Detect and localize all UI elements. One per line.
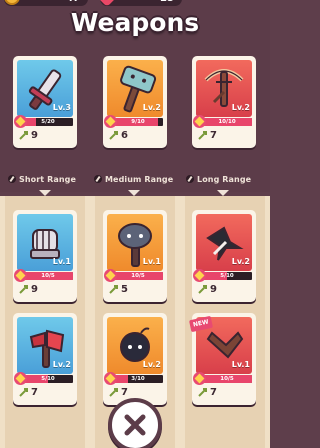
power-value: 7 xyxy=(210,130,217,141)
weapon-card-axe[interactable]: Lv.2 5/10 7 xyxy=(13,313,77,405)
progress-text: 5/10 xyxy=(220,273,234,279)
weapon-card-mace[interactable]: Lv.1 10/5 5 xyxy=(103,210,167,302)
rarity-icon xyxy=(193,115,206,128)
close-button[interactable] xyxy=(108,398,162,448)
rarity-icon xyxy=(14,372,27,385)
power-value: 9 xyxy=(31,130,38,141)
level-label: Lv.1 xyxy=(142,257,161,266)
dagger-icon xyxy=(186,175,194,183)
dagger-icon xyxy=(8,175,16,183)
level-label: Lv.2 xyxy=(52,360,71,369)
progress-text: 9/10 xyxy=(131,119,145,125)
power-icon xyxy=(109,388,118,397)
level-label: Lv.3 xyxy=(52,103,71,112)
rarity-icon xyxy=(14,115,27,128)
progress-bar: 5/10 xyxy=(202,272,252,280)
weapon-card-shuriken[interactable]: Lv.2 5/10 9 xyxy=(192,210,256,302)
rarity-icon xyxy=(104,115,117,128)
progress-bar: 10/5 xyxy=(202,375,252,383)
progress-bar: 10/10 xyxy=(202,118,252,126)
progress-bar: 5/20 xyxy=(23,118,73,126)
coin-icon xyxy=(4,0,20,5)
page-title: Weapons xyxy=(70,8,200,37)
rarity-icon xyxy=(104,269,117,282)
power-icon xyxy=(198,131,207,140)
power-value: 7 xyxy=(210,387,217,398)
power-value: 7 xyxy=(31,387,38,398)
tab-label: Long Range xyxy=(197,175,252,184)
progress-text: 5/20 xyxy=(41,119,55,125)
power-icon xyxy=(198,285,207,294)
progress-text: 10/5 xyxy=(131,273,145,279)
progress-bar: 10/5 xyxy=(23,272,73,280)
equipped-card-crossbow[interactable]: Lv.2 10/10 7 xyxy=(192,56,256,148)
category-bar: Short Range Medium Range Long Range xyxy=(0,170,270,192)
progress-bar: 10/5 xyxy=(113,272,163,280)
tab-long-range[interactable]: Long Range xyxy=(186,175,251,184)
power-icon xyxy=(19,285,28,294)
rarity-icon xyxy=(104,372,117,385)
power-icon xyxy=(19,388,28,397)
power-icon xyxy=(198,388,207,397)
rarity-icon xyxy=(14,269,27,282)
level-label: Lv.1 xyxy=(52,257,71,266)
level-label: Lv.2 xyxy=(142,103,161,112)
gem-value: 25 xyxy=(160,0,174,4)
progress-text: 10/5 xyxy=(220,376,234,382)
tab-medium-range[interactable]: Medium Range xyxy=(94,175,173,184)
progress-bar: 3/10 xyxy=(113,375,163,383)
power-value: 6 xyxy=(121,130,128,141)
progress-bar: 5/10 xyxy=(23,375,73,383)
progress-text: 10/10 xyxy=(218,119,236,125)
power-icon xyxy=(109,131,118,140)
progress-text: 10/5 xyxy=(41,273,55,279)
progress-bar: 9/10 xyxy=(113,118,163,126)
level-label: Lv.2 xyxy=(231,103,250,112)
equipped-card-hammer[interactable]: Lv.2 9/10 6 xyxy=(103,56,167,148)
coin-value: 47 xyxy=(66,0,80,4)
power-icon xyxy=(19,131,28,140)
power-value: 5 xyxy=(121,284,128,295)
power-value: 7 xyxy=(121,387,128,398)
level-label: Lv.1 xyxy=(231,360,250,369)
equipped-card-sword[interactable]: Lv.3 5/20 9 xyxy=(13,56,77,148)
power-icon xyxy=(109,285,118,294)
level-label: Lv.2 xyxy=(142,360,161,369)
gem-counter: 25 xyxy=(97,0,182,7)
progress-text: 3/10 xyxy=(131,376,145,382)
progress-text: 5/10 xyxy=(41,376,55,382)
tab-short-range[interactable]: Short Range xyxy=(8,175,76,184)
coin-counter: 47 xyxy=(4,0,88,6)
close-icon xyxy=(124,414,146,436)
power-value: 9 xyxy=(31,284,38,295)
weapon-card-bomb[interactable]: Lv.2 3/10 7 xyxy=(103,313,167,405)
level-label: Lv.2 xyxy=(231,257,250,266)
rarity-icon xyxy=(193,372,206,385)
weapon-card-gauntlet[interactable]: Lv.1 10/5 9 xyxy=(13,210,77,302)
dagger-icon xyxy=(94,175,102,183)
rarity-icon xyxy=(193,269,206,282)
tab-label: Medium Range xyxy=(105,175,174,184)
power-value: 9 xyxy=(210,284,217,295)
tab-label: Short Range xyxy=(19,175,77,184)
